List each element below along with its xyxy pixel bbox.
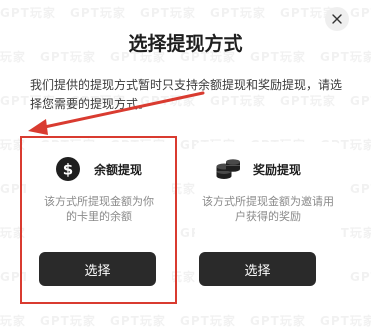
dialog-description: 我们提供的提现方式暂时只支持余额提现和奖励提现，请选择您需要的提现方式。 <box>30 78 343 111</box>
watermark-text: GPT玩家 <box>210 6 266 20</box>
watermark-text: GPT玩家 <box>350 94 371 108</box>
dialog-title: 选择提现方式 <box>128 33 243 55</box>
option-description: 该方式所提现金额为邀请用户获得的奖励 <box>202 195 334 223</box>
watermark-text: GPT玩家 <box>40 314 96 328</box>
option-card-reward: 奖励提现 该方式所提现金额为邀请用户获得的奖励 选择 <box>195 142 341 302</box>
watermark-text: GPT玩家 <box>70 6 126 20</box>
watermark-text: GPT玩家 <box>180 314 236 328</box>
withdraw-method-dialog: GPT玩家 GPT玩家 GPT玩家 GPT玩家 GPT玩家 GPT玩家 GPT玩家 GPT玩家… <box>0 0 371 331</box>
option-card-balance: $ 余额提现 该方式所提现金额为你的卡里的余额 选择 <box>26 142 172 302</box>
watermark-text: GPT玩家 <box>110 314 166 328</box>
option-name: 余额提现 <box>94 163 143 177</box>
close-icon <box>332 14 342 24</box>
watermark-text: GPT玩家 <box>0 6 56 20</box>
option-header: 奖励提现 <box>195 156 341 182</box>
watermark-text: GPT玩家 <box>320 314 371 328</box>
watermark-text: GPT玩家 <box>0 314 26 328</box>
watermark-text: GPT玩家 <box>0 138 26 152</box>
option-description: 该方式所提现金额为你的卡里的余额 <box>44 195 154 223</box>
watermark-text: GPT玩家 <box>350 182 371 196</box>
watermark-text: GPT玩家 <box>140 6 196 20</box>
close-button[interactable] <box>325 7 349 31</box>
option-header: $ 余额提现 <box>26 156 172 182</box>
option-name: 奖励提现 <box>253 163 302 177</box>
coin-stack-icon <box>216 159 240 179</box>
watermark-text: GPT玩家 <box>0 226 26 240</box>
svg-text:$: $ <box>63 161 73 179</box>
dollar-coin-icon: $ <box>56 157 80 181</box>
watermark-text: GPT玩家 <box>350 270 371 284</box>
watermark-text: GPT玩家 <box>250 314 306 328</box>
select-reward-button[interactable]: 选择 <box>199 252 316 286</box>
select-balance-button[interactable]: 选择 <box>39 252 156 286</box>
watermark-text: GPT玩家 <box>350 6 371 20</box>
